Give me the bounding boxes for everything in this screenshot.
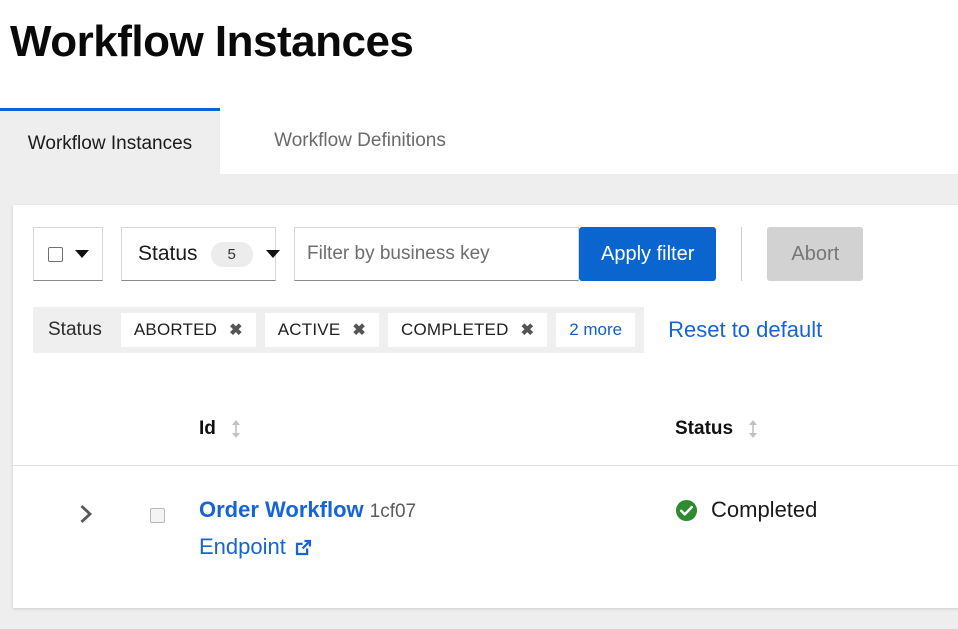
sort-updown-icon — [231, 420, 240, 438]
status-filter-label: Status — [138, 242, 198, 265]
active-filters-label: Status — [48, 319, 102, 340]
instance-id-cell: Order Workflow 1cf07 Endpoint — [199, 493, 416, 567]
filter-chip-aborted[interactable]: ABORTED ✖ — [120, 313, 256, 347]
close-icon[interactable]: ✖ — [352, 320, 366, 340]
external-link-icon — [295, 539, 311, 555]
table-header: Id Status — [13, 400, 958, 466]
tab-workflow-definitions[interactable]: Workflow Definitions — [220, 108, 500, 174]
column-header-label: Status — [675, 418, 734, 439]
chevron-right-icon[interactable] — [79, 505, 95, 528]
status-label: Completed — [711, 497, 818, 522]
instances-card: Status 5 Apply filter Abort Status ABORT… — [13, 205, 958, 608]
filter-chip-active[interactable]: ACTIVE ✖ — [264, 313, 379, 347]
column-header-status[interactable]: Status — [675, 418, 759, 440]
row-select-checkbox[interactable] — [150, 508, 165, 523]
endpoint-label: Endpoint — [199, 534, 286, 559]
workflow-name-link[interactable]: Order Workflow — [199, 497, 364, 522]
workflow-short-id: 1cf07 — [369, 501, 417, 522]
column-header-id[interactable]: Id — [199, 418, 242, 440]
endpoint-line: Endpoint — [199, 530, 416, 567]
chevron-down-icon — [265, 250, 280, 258]
filter-chip-more[interactable]: 2 more — [556, 313, 636, 347]
filter-toolbar: Status 5 Apply filter Abort — [33, 227, 864, 281]
chip-label: ACTIVE — [277, 320, 341, 339]
table-row: Order Workflow 1cf07 Endpoint Completed — [13, 465, 958, 575]
active-filters: Status ABORTED ✖ ACTIVE ✖ COMPLETED ✖ 2 … — [33, 307, 822, 353]
filter-chip-completed[interactable]: COMPLETED ✖ — [387, 313, 548, 347]
column-header-label: Id — [199, 418, 216, 439]
select-all-dropdown[interactable] — [33, 227, 103, 281]
checkbox-icon[interactable] — [47, 246, 63, 262]
active-filters-group: Status ABORTED ✖ ACTIVE ✖ COMPLETED ✖ 2 … — [33, 307, 645, 353]
apply-filter-button[interactable]: Apply filter — [579, 227, 717, 281]
status-cell: Completed — [675, 493, 817, 527]
check-circle-icon — [675, 499, 698, 521]
tab-label: Workflow Definitions — [274, 130, 446, 151]
business-key-input[interactable] — [294, 227, 579, 281]
tab-bar: Workflow Instances Workflow Definitions — [0, 108, 958, 174]
sort-updown-icon — [749, 420, 758, 438]
close-icon[interactable]: ✖ — [521, 320, 535, 340]
tab-workflow-instances[interactable]: Workflow Instances — [0, 108, 220, 174]
chip-label: ABORTED — [133, 320, 218, 339]
close-icon[interactable]: ✖ — [229, 320, 243, 340]
tab-label: Workflow Instances — [27, 132, 193, 154]
chevron-down-icon — [74, 250, 89, 258]
page-title: Workflow Instances — [10, 14, 414, 70]
endpoint-link[interactable]: Endpoint — [199, 530, 313, 564]
chip-label: COMPLETED — [400, 320, 509, 339]
toolbar-divider — [741, 227, 743, 281]
status-filter-count: 5 — [210, 241, 253, 267]
reset-to-default-link[interactable]: Reset to default — [668, 317, 822, 343]
status-filter-dropdown[interactable]: Status 5 — [121, 227, 280, 281]
abort-button[interactable]: Abort — [767, 227, 864, 281]
instance-name-line: Order Workflow 1cf07 — [199, 493, 416, 530]
